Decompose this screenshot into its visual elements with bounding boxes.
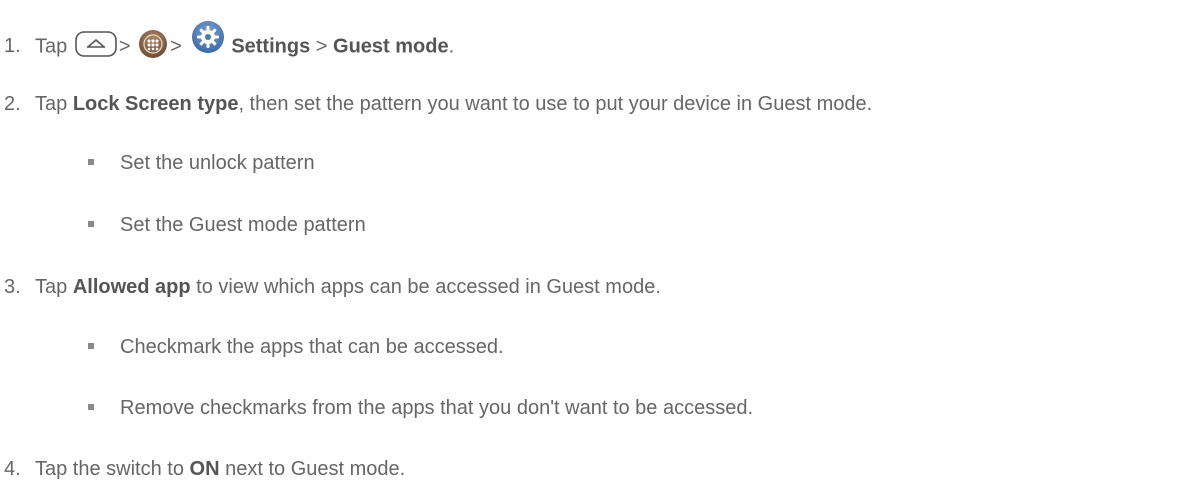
- step-1: 1. Tap > > Settings > Guest mode.: [4, 21, 455, 64]
- separator: >: [118, 35, 131, 58]
- step-text: Tap: [35, 35, 68, 58]
- sub-item: Set the unlock pattern: [88, 151, 315, 175]
- step-number: 2.: [4, 93, 21, 115]
- step-4: 4. Tap the switch to ON next to Guest mod…: [4, 457, 405, 481]
- bullet-icon: [88, 403, 94, 410]
- step-number: 3.: [4, 276, 21, 298]
- settings-label: Settings: [231, 35, 311, 58]
- apps-icon: [138, 29, 168, 59]
- step-3: 3. Tap Allowed app to view which apps can…: [4, 275, 661, 299]
- sub-item-text: Set the Guest mode pattern: [120, 214, 366, 236]
- step-number: 1.: [4, 35, 21, 58]
- bullet-icon: [88, 158, 94, 165]
- sub-item: Set the Guest mode pattern: [88, 213, 366, 237]
- sub-item-text: Set the unlock pattern: [120, 152, 315, 174]
- allowed-app-label: Allowed app: [72, 276, 191, 298]
- step-text: , then set the pattern you want to use t…: [238, 93, 873, 115]
- bullet-icon: [88, 342, 94, 349]
- sub-item-text: Checkmark the apps that can be accessed.: [120, 336, 504, 358]
- settings-gear-icon: [191, 20, 225, 54]
- sub-item: Checkmark the apps that can be accessed.: [88, 335, 504, 359]
- step-2: 2. Tap Lock Screen type, then set the pat…: [4, 92, 872, 116]
- lock-screen-type-label: Lock Screen type: [72, 93, 239, 115]
- separator: >: [170, 35, 182, 58]
- step-text: Tap: [35, 276, 68, 298]
- separator: >: [315, 35, 328, 58]
- step-text: Tap: [35, 93, 68, 115]
- step-end: .: [448, 35, 455, 58]
- step-text: next to Guest mode.: [225, 458, 406, 480]
- bullet-icon: [88, 220, 94, 227]
- sub-item: Remove checkmarks from the apps that you…: [88, 396, 753, 420]
- step-number: 4.: [4, 458, 21, 480]
- step-text: to view which apps can be accessed in Gu…: [196, 276, 661, 298]
- home-key-icon: [75, 31, 117, 57]
- sub-item-text: Remove checkmarks from the apps that you…: [120, 397, 754, 419]
- step-text: Tap the switch to: [35, 458, 184, 480]
- on-label: ON: [189, 458, 220, 480]
- guest-mode-label: Guest mode: [333, 35, 449, 58]
